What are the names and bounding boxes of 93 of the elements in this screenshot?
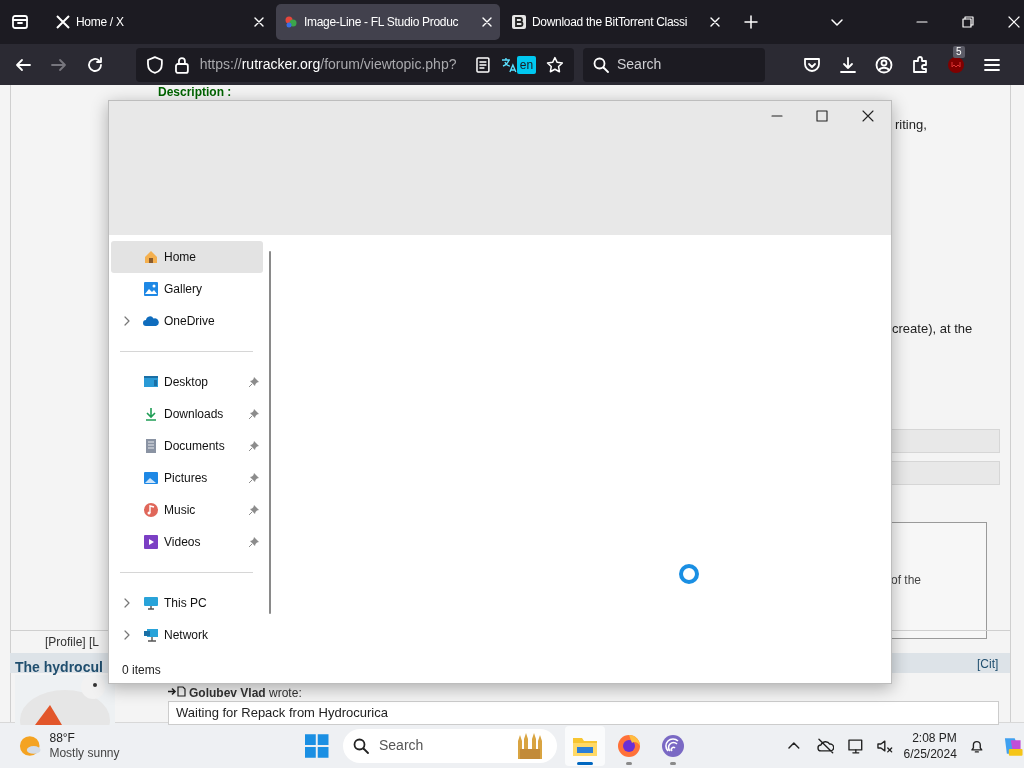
translate-icon[interactable] [500, 56, 517, 73]
tab-title: Download the BitTorrent Classi [532, 14, 689, 31]
nav-item[interactable]: Videos [111, 526, 263, 558]
nav-label: This PC [164, 595, 208, 612]
shield-extension-icon[interactable] [947, 55, 965, 74]
nav-item[interactable]: This PC [111, 587, 263, 619]
windows-start-icon[interactable] [305, 733, 329, 758]
nav-item[interactable]: Documents [111, 430, 263, 462]
reader-view-icon[interactable] [475, 56, 491, 73]
fruit-logo-icon [284, 15, 298, 29]
document-icon [143, 438, 159, 454]
star-icon[interactable] [546, 55, 564, 74]
firefox-icon [616, 733, 641, 758]
post-title: The hydrocul [15, 658, 103, 677]
loading-spinner-icon [678, 563, 700, 585]
shield-icon [146, 55, 164, 74]
url-text: https://rutracker.org/forum/viewtopic.php? [199, 55, 458, 74]
nav-label: Downloads [164, 406, 225, 423]
nav-item[interactable]: Home [111, 241, 263, 273]
maximize-icon[interactable] [816, 110, 828, 122]
search-icon [593, 56, 609, 73]
close-icon[interactable] [862, 110, 874, 122]
new-tab-icon[interactable] [744, 15, 758, 29]
browser-tab[interactable]: Image-Line - FL Studio Produc [276, 4, 500, 40]
nav-label: OneDrive [164, 313, 216, 330]
nav-label: Desktop [164, 374, 210, 391]
taskbar-app[interactable] [564, 725, 605, 766]
nav-label: Pictures [164, 470, 209, 487]
b-logo-icon [512, 15, 526, 29]
nav-label: Music [164, 502, 197, 519]
nav-label: Gallery [164, 281, 203, 298]
nav-item[interactable]: Network [111, 619, 263, 651]
search-placeholder: Search [617, 55, 662, 74]
x-logo-icon [56, 15, 70, 29]
monitor-icon [143, 595, 159, 611]
search-icon [353, 737, 369, 754]
nav-label: Home [164, 249, 197, 266]
scrollbar-thumb[interactable] [269, 251, 271, 614]
temperature: 88°F [49, 730, 76, 746]
nav-label: Videos [164, 534, 202, 551]
search-placeholder: Search [379, 736, 425, 755]
tab-list-icon[interactable] [11, 13, 29, 31]
extension-badge: 5 [953, 45, 965, 58]
network-icon [143, 627, 159, 643]
nav-item[interactable]: Music [111, 494, 263, 526]
cloud-offline-icon[interactable] [816, 736, 835, 755]
house-icon [143, 249, 159, 265]
taskbar-search-field[interactable]: Search [343, 728, 557, 763]
nav-item[interactable]: Pictures [111, 462, 263, 494]
music-icon [143, 502, 159, 518]
tab-title: Home / X [76, 14, 125, 31]
nav-item[interactable]: Gallery [111, 273, 263, 305]
quote-text: Waiting for Repack from Hydrocurica [176, 704, 388, 723]
nav-item[interactable]: Desktop [111, 366, 263, 398]
nav-label: Network [164, 627, 209, 644]
status-text: 0 items [122, 662, 161, 679]
address-bar[interactable]: https://rutracker.org/forum/viewtopic.php? en [136, 47, 574, 82]
translate-badge[interactable]: en [516, 55, 537, 74]
description-label: Description : [158, 85, 232, 99]
pocket-icon[interactable] [803, 55, 821, 74]
chevron-right-icon[interactable] [123, 630, 131, 640]
desktop-icon [143, 374, 159, 390]
reload-icon[interactable] [86, 55, 104, 74]
post-text: riting, [895, 116, 927, 134]
nav-item[interactable]: OneDrive [111, 305, 263, 337]
post-text: create), at the [892, 320, 973, 338]
post-text: of the [891, 573, 922, 587]
arrow-page-icon [168, 686, 186, 697]
browser-tab[interactable]: Home / X [48, 4, 272, 40]
account-icon[interactable] [875, 55, 893, 74]
weather-condition: Mostly sunny [49, 745, 120, 761]
tab-title: Image-Line - FL Studio Produc [304, 14, 460, 31]
nav-item[interactable]: Downloads [111, 398, 263, 430]
profile-links[interactable]: [Profile] [L [45, 633, 100, 651]
clock-date[interactable]: 6/25/2024 [903, 745, 957, 762]
nav-label: Documents [164, 438, 226, 455]
browser-tab[interactable]: Download the BitTorrent Classi [504, 4, 728, 40]
lock-icon [173, 55, 190, 74]
quote-header: Golubev Vlad wrote: [189, 685, 302, 702]
restore-icon[interactable] [962, 16, 974, 28]
cite-link[interactable]: [Cit] [977, 655, 999, 673]
pictures-icon [143, 470, 159, 486]
torrent-icon [660, 733, 685, 758]
gallery-icon [143, 281, 159, 297]
clock-time[interactable]: 2:08 PM [912, 729, 957, 746]
chevron-right-icon[interactable] [123, 598, 131, 608]
download-icon[interactable] [839, 55, 857, 74]
download-icon [143, 406, 159, 422]
chevron-right-icon[interactable] [123, 316, 131, 326]
video-icon [143, 534, 159, 550]
cloud-icon [143, 313, 159, 329]
puzzle-icon[interactable] [911, 55, 929, 74]
search-field[interactable]: Search [583, 47, 765, 82]
